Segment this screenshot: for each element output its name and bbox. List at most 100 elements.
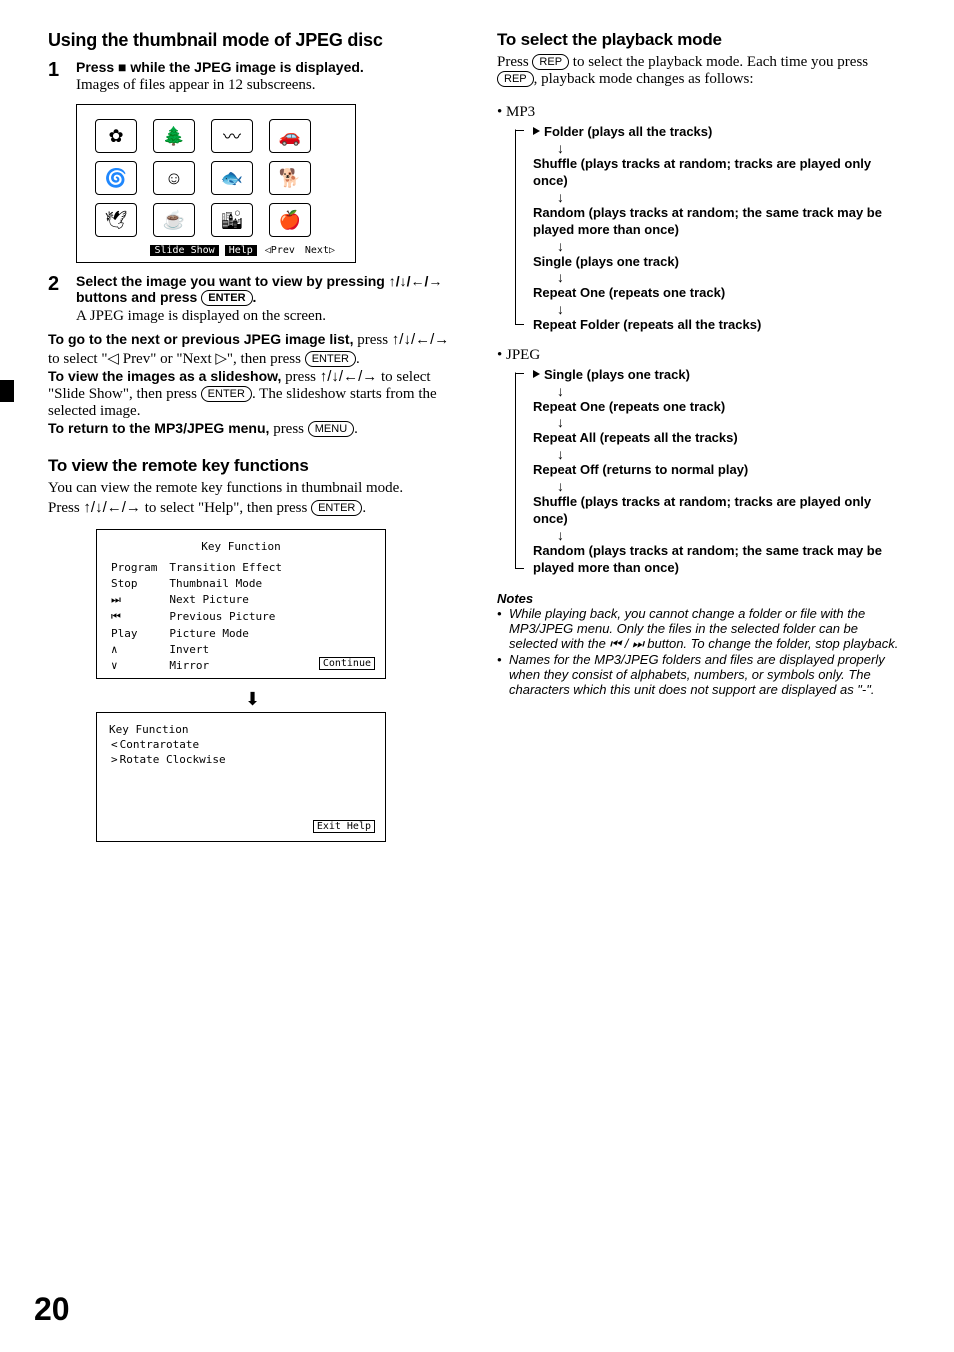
page-number: 20 [34,1291,70,1328]
step-2-text-a: Select the image you want to view by pre… [76,273,389,289]
slideshow-heading: To view the images as a slideshow, [48,368,281,384]
arrow-keys-icon: ↑/↓/←/→ [320,368,378,385]
return-paragraph: To return to the MP3/JPEG menu, press ME… [48,420,457,438]
left-column: Using the thumbnail mode of JPEG disc 1 … [48,30,457,852]
goto-paragraph: To go to the next or previous JPEG image… [48,331,457,368]
step-1-result: Images of files appear in 12 subscreens. [76,77,457,94]
period: . [356,351,360,367]
step-1-instruction: Press ■ while the JPEG image is displaye… [76,59,457,75]
pb-t2: to select the playback mode. Each time y… [569,54,868,70]
down-arrow-icon: ↓ [557,528,906,542]
note-text: Names for the MP3/JPEG folders and files… [509,652,906,697]
enter-key: ENTER [311,500,362,516]
kf-key: ∨ [111,659,167,673]
flow-item: Single (plays one track) [533,253,906,271]
thumb-cell: ☕ [153,203,195,237]
right-column: To select the playback mode Press REP to… [497,30,906,852]
thumb-cell: 🚗 [269,119,311,153]
kf-key: Play [111,627,167,641]
enter-key: ENTER [305,351,356,367]
step-2-result: A JPEG image is displayed on the screen. [76,308,457,325]
arrow-keys-icon: ↑/↓/←/→ [392,331,450,348]
flow-item: Shuffle (plays tracks at random; tracks … [533,155,906,190]
flow-item: Random (plays tracks at random; the same… [533,542,906,577]
step-1: 1 Press ■ while the JPEG image is displa… [48,59,457,94]
flow-item: Repeat All (repeats all the tracks) [533,429,906,447]
down-arrow-icon: ↓ [557,479,906,493]
period: . [354,421,358,437]
ss-t1: press [281,369,319,385]
enter-key: ENTER [201,290,252,306]
return-heading: To return to the MP3/JPEG menu, [48,420,269,436]
thumbnail-grid: ✿ 🌲 〰 🚗 🌀 ☺ 🐟 🐕 🕊 ☕ 🏙 🍎 Slide Show Help [76,104,356,263]
flow-item: Repeat One (repeats one track) [533,284,906,302]
kf-desc: Mirror [169,659,292,673]
slideshow-button[interactable]: Slide Show [150,245,218,256]
jpeg-label: • JPEG [497,347,906,364]
pb-t3: , playback mode changes as follows: [534,71,754,87]
side-tab [0,380,14,402]
thumb-cell: 🌀 [95,161,137,195]
kf-desc: Picture Mode [169,627,292,641]
kf-key: > [111,753,118,766]
thumb-cell: 🕊 [95,203,137,237]
down-arrow-icon: ⬇ [48,689,457,710]
note-item: • Names for the MP3/JPEG folders and fil… [497,652,906,697]
flow-item: Folder (plays all the tracks) [533,123,906,141]
mp3-label: • MP3 [497,104,906,121]
playback-heading: To select the playback mode [497,30,906,50]
kf-desc: Transition Effect [169,561,292,575]
note-item: • While playing back, you cannot change … [497,606,906,652]
down-arrow-icon: ↓ [557,190,906,204]
kf-desc: Previous Picture [169,610,292,625]
kf-desc: Rotate Clockwise [120,753,226,766]
flow-item: Repeat Folder (repeats all the tracks) [533,316,906,334]
down-arrow-icon: ↓ [557,302,906,316]
arrow-keys-icon: ↑/↓/←/→ [389,273,443,289]
thumb-cell: 🏙 [211,203,253,237]
step-2-instruction: Select the image you want to view by pre… [76,273,457,306]
flow-item: Repeat Off (returns to normal play) [533,461,906,479]
remote-p1: You can view the remote key functions in… [48,480,457,497]
kf-desc: Next Picture [169,593,292,608]
remote-p2: Press ↑/↓/←/→ to select "Help", then pre… [48,499,457,517]
flow-item: Shuffle (plays tracks at random; tracks … [533,493,906,528]
flow-item: Single (plays one track) [533,366,906,384]
thumb-cell: ✿ [95,119,137,153]
kf-desc: Thumbnail Mode [169,577,292,591]
kf-key: ∧ [111,643,167,657]
flow-item: Repeat One (repeats one track) [533,398,906,416]
bullet: • [497,652,509,697]
goto-heading: To go to the next or previous JPEG image… [48,331,353,347]
kf-desc: Invert [169,643,292,657]
thumb-cell: 🌲 [153,119,195,153]
kf-key: ⏭ [111,593,167,608]
goto-t1: press [353,332,391,348]
step-1-number: 1 [48,59,76,94]
kf-title: Key Function [109,540,373,553]
down-arrow-icon: ↓ [557,384,906,398]
thumb-cell: ☺ [153,161,195,195]
playback-intro: Press REP to select the playback mode. E… [497,54,906,88]
help-button[interactable]: Help [225,245,257,256]
thumb-cell: 🐟 [211,161,253,195]
enter-key: ENTER [201,386,252,402]
down-arrow-icon: ↓ [557,447,906,461]
prev-button[interactable]: ◁Prev [263,245,297,256]
pb-t1: Press [497,54,532,70]
kf-desc: Contrarotate [120,738,226,751]
note-text: While playing back, you cannot change a … [509,606,906,652]
exit-help-button[interactable]: Exit Help [313,820,375,833]
step-2-number: 2 [48,273,76,325]
step-2-text-b: buttons and press [76,289,201,305]
jpeg-flow: Single (plays one track) ↓ Repeat One (r… [515,366,906,576]
thumb-cell: 〰 [211,119,253,153]
remote-heading: To view the remote key functions [48,456,457,476]
notes-heading: Notes [497,591,906,606]
thumb-cell: 🍎 [269,203,311,237]
next-button[interactable]: Next▷ [303,245,337,256]
rep-key: REP [532,54,569,70]
arrow-keys-icon: ↑/↓/←/→ [83,499,141,516]
continue-button[interactable]: Continue [319,657,375,670]
bullet: • [497,606,509,652]
